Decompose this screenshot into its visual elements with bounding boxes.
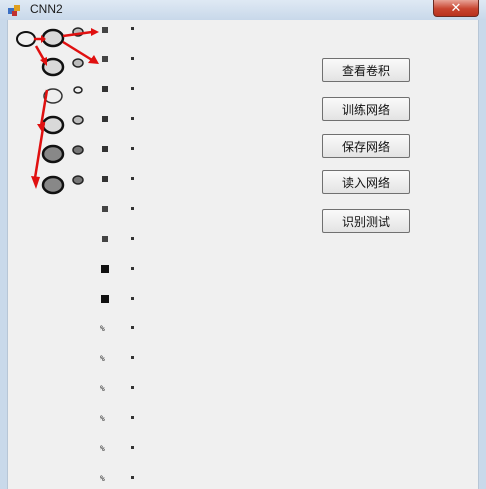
pool1-map (72, 58, 84, 68)
pool1-map (72, 145, 84, 155)
arrow (62, 40, 93, 62)
texture-map: % (100, 414, 105, 423)
arrow (34, 45, 46, 61)
texture-map: % (100, 384, 105, 393)
conv2-texture-maps: % % % % % % (100, 324, 105, 483)
texture-map: % (100, 354, 105, 363)
conv1-feature-maps (41, 28, 65, 195)
output-dot (131, 87, 134, 90)
output-dot (131, 356, 134, 359)
output-dot (131, 147, 134, 150)
output-feature-dots (131, 27, 134, 479)
conv2-map (102, 146, 108, 152)
output-dot (131, 386, 134, 389)
feature-map-canvas: % % % % % % (16, 27, 134, 483)
conv2-map (102, 176, 108, 182)
conv2-map (102, 27, 108, 33)
conv2-map (102, 236, 108, 242)
output-dot (131, 27, 134, 30)
arrow (33, 121, 46, 179)
pool1-map (73, 86, 83, 94)
texture-map: % (100, 324, 105, 333)
output-dot (131, 446, 134, 449)
texture-map: % (100, 444, 105, 453)
main-window: CNN2 ✕ 查看卷积 训练网络 保存网络 读入网络 识别测试 % % % % … (0, 0, 486, 489)
conv1-map (41, 115, 65, 135)
output-dot (131, 416, 134, 419)
conv2-map (102, 56, 108, 62)
flow-arrows (31, 28, 99, 189)
output-dot (131, 267, 134, 270)
conv1-map (41, 144, 65, 164)
conv2-map (102, 86, 108, 92)
output-dot (131, 177, 134, 180)
pool1-map (72, 115, 84, 125)
conv2-map (101, 265, 109, 273)
output-dot (131, 207, 134, 210)
pool1-map (72, 175, 84, 185)
output-dot (131, 326, 134, 329)
arrowhead (31, 176, 40, 189)
input-digit-image (16, 31, 36, 47)
output-dot (131, 117, 134, 120)
texture-map: % (100, 474, 105, 483)
conv2-feature-maps (101, 27, 109, 303)
conv2-map (102, 206, 108, 212)
conv1-map (41, 28, 65, 48)
output-dot (131, 57, 134, 60)
conv1-map (41, 175, 65, 195)
output-dot (131, 237, 134, 240)
output-dot (131, 297, 134, 300)
conv2-map (102, 116, 108, 122)
output-dot (131, 476, 134, 479)
conv2-map (101, 295, 109, 303)
arrowhead (91, 28, 99, 36)
